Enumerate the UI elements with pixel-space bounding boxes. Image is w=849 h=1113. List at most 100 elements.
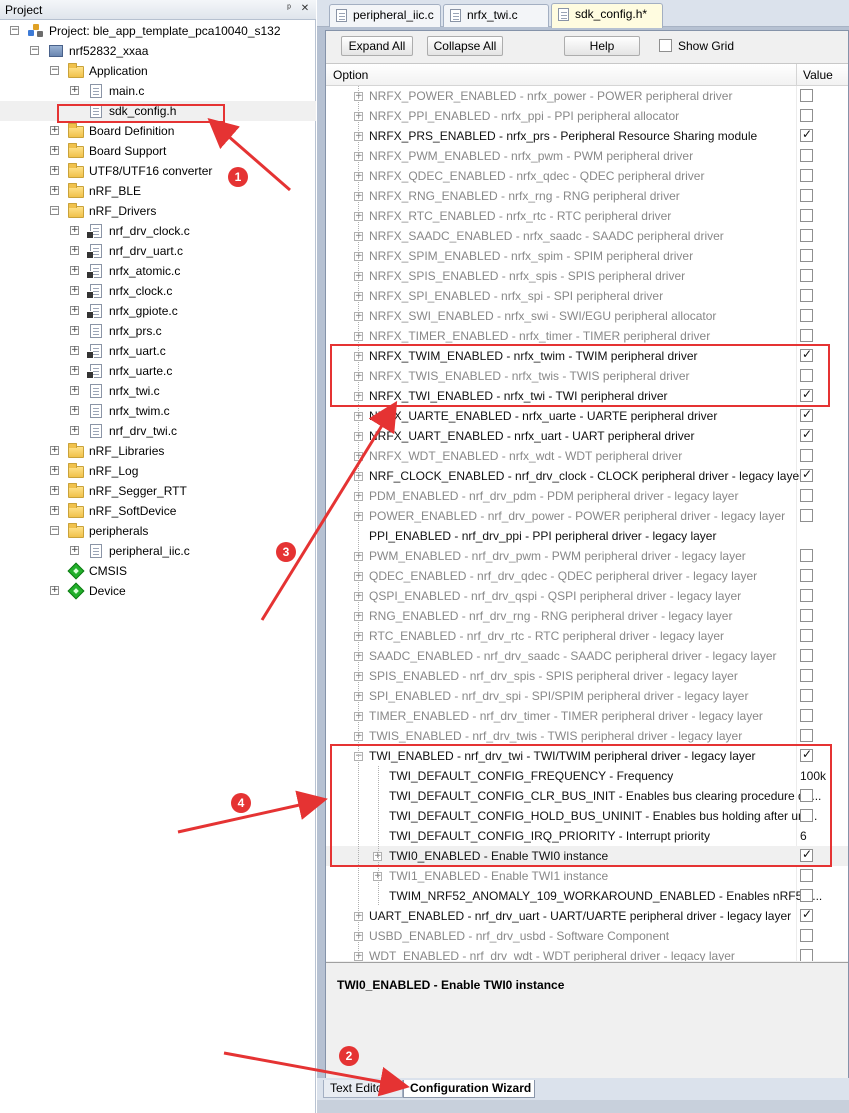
config-option-row[interactable]: +NRFX_PRS_ENABLED - nrfx_prs - Periphera…: [326, 126, 848, 146]
config-option-row[interactable]: +NRFX_QDEC_ENABLED - nrfx_qdec - QDEC pe…: [326, 166, 848, 186]
config-option-row[interactable]: +SPI_ENABLED - nrf_drv_spi - SPI/SPIM pe…: [326, 686, 848, 706]
config-option-row[interactable]: +QDEC_ENABLED - nrf_drv_qdec - QDEC peri…: [326, 566, 848, 586]
config-option-checkbox[interactable]: [800, 589, 813, 602]
expand-icon[interactable]: +: [50, 186, 59, 195]
config-option-checkbox[interactable]: [800, 169, 813, 182]
config-option-checkbox[interactable]: [800, 229, 813, 242]
tree-item[interactable]: + Board Definition: [0, 121, 316, 141]
config-option-row[interactable]: +QSPI_ENABLED - nrf_drv_qspi - QSPI peri…: [326, 586, 848, 606]
collapse-icon[interactable]: −: [50, 526, 59, 535]
config-option-checkbox[interactable]: [800, 929, 813, 942]
tree-item[interactable]: + nrfx_uarte.c: [0, 361, 316, 381]
tree-item[interactable]: + nrfx_twi.c: [0, 381, 316, 401]
expand-all-button[interactable]: Expand All: [341, 36, 413, 56]
config-option-checkbox[interactable]: [800, 109, 813, 122]
config-option-checkbox[interactable]: [800, 189, 813, 202]
tree-item[interactable]: CMSIS: [0, 561, 316, 581]
expand-icon[interactable]: +: [70, 246, 79, 255]
expand-icon[interactable]: +: [70, 306, 79, 315]
tree-item[interactable]: + Device: [0, 581, 316, 601]
tree-item[interactable]: + nrfx_uart.c: [0, 341, 316, 361]
pin-icon[interactable]: ᵖ: [282, 2, 296, 16]
config-option-row[interactable]: +NRFX_RNG_ENABLED - nrfx_rng - RNG perip…: [326, 186, 848, 206]
config-option-row[interactable]: +WDT_ENABLED - nrf_drv_wdt - WDT periphe…: [326, 946, 848, 961]
tree-item[interactable]: + nRF_BLE: [0, 181, 316, 201]
tree-item[interactable]: + nrf_drv_clock.c: [0, 221, 316, 241]
config-option-checkbox[interactable]: [800, 427, 813, 442]
config-option-checkbox[interactable]: [800, 609, 813, 622]
config-option-checkbox[interactable]: [800, 509, 813, 522]
expand-icon[interactable]: +: [70, 346, 79, 355]
tree-item[interactable]: + nrfx_atomic.c: [0, 261, 316, 281]
expand-icon[interactable]: +: [50, 506, 59, 515]
expand-icon[interactable]: +: [50, 586, 59, 595]
config-option-row[interactable]: +USBD_ENABLED - nrf_drv_usbd - Software …: [326, 926, 848, 946]
config-option-checkbox[interactable]: [800, 709, 813, 722]
tree-item[interactable]: + nrf_drv_uart.c: [0, 241, 316, 261]
close-icon[interactable]: ✕: [298, 2, 312, 16]
config-option-row[interactable]: +NRFX_UARTE_ENABLED - nrfx_uarte - UARTE…: [326, 406, 848, 426]
config-option-row[interactable]: +TWIS_ENABLED - nrf_drv_twis - TWIS peri…: [326, 726, 848, 746]
horizontal-scrollbar[interactable]: [317, 1100, 849, 1113]
expand-icon[interactable]: +: [70, 546, 79, 555]
expand-icon[interactable]: +: [50, 446, 59, 455]
editor-tab[interactable]: nrfx_twi.c: [443, 4, 549, 27]
config-option-row[interactable]: +NRFX_UART_ENABLED - nrfx_uart - UART pe…: [326, 426, 848, 446]
expand-icon[interactable]: +: [50, 146, 59, 155]
config-option-checkbox[interactable]: [800, 669, 813, 682]
tree-item[interactable]: + nrfx_gpiote.c: [0, 301, 316, 321]
tree-item[interactable]: − Project: ble_app_template_pca10040_s132: [0, 21, 316, 41]
config-option-checkbox[interactable]: [800, 89, 813, 102]
config-option-checkbox[interactable]: [800, 449, 813, 462]
expand-icon[interactable]: +: [70, 386, 79, 395]
config-option-checkbox[interactable]: [800, 629, 813, 642]
config-option-checkbox[interactable]: [800, 649, 813, 662]
config-option-row[interactable]: +NRFX_TIMER_ENABLED - nrfx_timer - TIMER…: [326, 326, 848, 346]
tree-item[interactable]: + nrfx_twim.c: [0, 401, 316, 421]
config-option-row[interactable]: +NRFX_POWER_ENABLED - nrfx_power - POWER…: [326, 86, 848, 106]
tree-item[interactable]: + main.c: [0, 81, 316, 101]
config-option-checkbox[interactable]: [800, 569, 813, 582]
expand-icon[interactable]: +: [70, 286, 79, 295]
config-option-row[interactable]: +UART_ENABLED - nrf_drv_uart - UART/UART…: [326, 906, 848, 926]
config-option-checkbox[interactable]: [800, 467, 813, 482]
config-option-row[interactable]: +RTC_ENABLED - nrf_drv_rtc - RTC periphe…: [326, 626, 848, 646]
config-option-row[interactable]: TWIM_NRF52_ANOMALY_109_WORKAROUND_ENABLE…: [326, 886, 848, 906]
collapse-all-button[interactable]: Collapse All: [427, 36, 503, 56]
config-option-checkbox[interactable]: [800, 149, 813, 162]
expand-icon[interactable]: +: [70, 226, 79, 235]
tree-item[interactable]: + nRF_SoftDevice: [0, 501, 316, 521]
config-option-checkbox[interactable]: [800, 127, 813, 142]
editor-tab[interactable]: peripheral_iic.c: [329, 4, 441, 27]
expand-icon[interactable]: +: [70, 326, 79, 335]
show-grid-checkbox[interactable]: [659, 39, 672, 52]
tree-item[interactable]: + UTF8/UTF16 converter: [0, 161, 316, 181]
tree-item[interactable]: + peripheral_iic.c: [0, 541, 316, 561]
config-option-row[interactable]: +NRFX_WDT_ENABLED - nrfx_wdt - WDT perip…: [326, 446, 848, 466]
config-option-checkbox[interactable]: [800, 549, 813, 562]
tree-item[interactable]: + nrfx_clock.c: [0, 281, 316, 301]
config-option-row[interactable]: +NRFX_PPI_ENABLED - nrfx_ppi - PPI perip…: [326, 106, 848, 126]
config-option-checkbox[interactable]: [800, 289, 813, 302]
config-option-checkbox[interactable]: [800, 269, 813, 282]
config-option-row[interactable]: +NRF_CLOCK_ENABLED - nrf_drv_clock - CLO…: [326, 466, 848, 486]
expand-icon[interactable]: +: [50, 466, 59, 475]
tree-item[interactable]: − nrf52832_xxaa: [0, 41, 316, 61]
expand-icon[interactable]: +: [70, 406, 79, 415]
config-option-checkbox[interactable]: [800, 489, 813, 502]
config-option-checkbox[interactable]: [800, 407, 813, 422]
config-option-row[interactable]: +PWM_ENABLED - nrf_drv_pwm - PWM periphe…: [326, 546, 848, 566]
expand-icon[interactable]: +: [70, 266, 79, 275]
tree-item[interactable]: + nrfx_prs.c: [0, 321, 316, 341]
config-option-row[interactable]: +NRFX_SAADC_ENABLED - nrfx_saadc - SAADC…: [326, 226, 848, 246]
config-option-checkbox[interactable]: [800, 689, 813, 702]
tree-item[interactable]: + nrf_drv_twi.c: [0, 421, 316, 441]
tab-text-editor[interactable]: Text Editor: [323, 1080, 403, 1098]
help-button[interactable]: Help: [564, 36, 640, 56]
config-option-row[interactable]: +NRFX_SWI_ENABLED - nrfx_swi - SWI/EGU p…: [326, 306, 848, 326]
expand-icon[interactable]: +: [50, 126, 59, 135]
config-option-checkbox[interactable]: [800, 949, 813, 961]
config-option-checkbox[interactable]: [800, 309, 813, 322]
tree-item[interactable]: + nRF_Log: [0, 461, 316, 481]
config-option-row[interactable]: +NRFX_PWM_ENABLED - nrfx_pwm - PWM perip…: [326, 146, 848, 166]
